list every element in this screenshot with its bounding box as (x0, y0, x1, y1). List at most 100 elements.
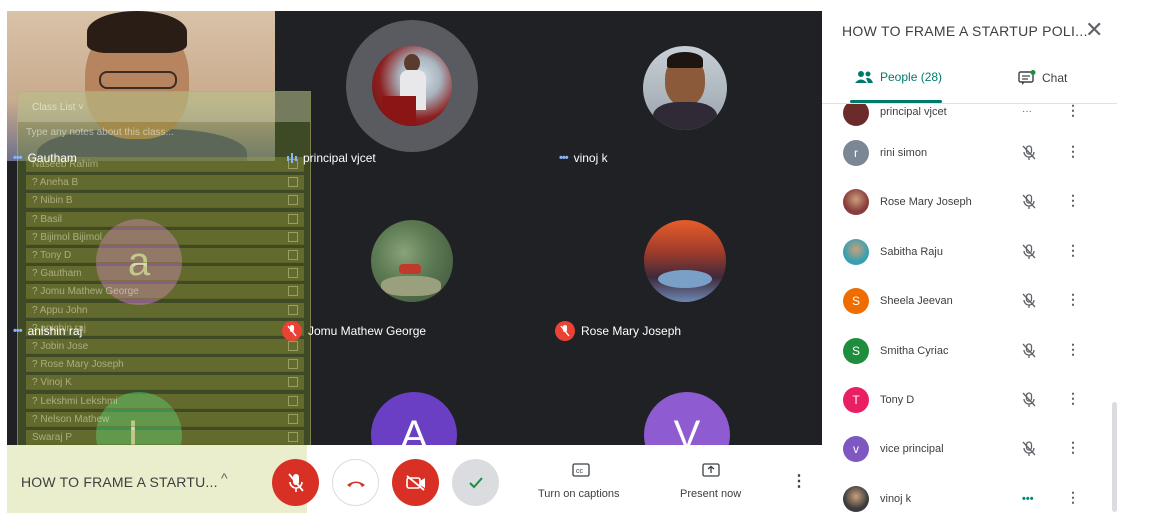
tab-chat[interactable]: Chat (1018, 70, 1067, 86)
more-vert-icon[interactable]: ⋮ (1066, 192, 1080, 209)
name-tag-vinoj: ••• vinoj k (559, 151, 608, 165)
participant-photo (843, 238, 869, 265)
checkbox-icon[interactable] (288, 432, 298, 442)
avatar-initial: S (851, 294, 860, 309)
checkbox-icon[interactable] (288, 250, 298, 260)
class-list-row-label: ? Tony D (32, 250, 72, 261)
more-vert-icon[interactable]: ⋮ (1066, 390, 1080, 407)
class-list-row[interactable]: ? Appu John (26, 302, 304, 318)
checkbox-icon[interactable] (288, 341, 298, 351)
checkbox-icon[interactable] (288, 231, 298, 242)
participant-name: Sheela Jeevan (880, 295, 953, 308)
participant-avatar: S (843, 337, 869, 364)
captions-button[interactable]: cc Turn on captions (532, 463, 632, 503)
participant-row[interactable]: T Tony D ⋮ (822, 376, 1117, 425)
class-list-row[interactable]: Swaraj P (26, 430, 304, 445)
class-list-row[interactable]: ? Jobin Jose (26, 339, 304, 354)
class-list-row[interactable]: ? Jomu Mathew George (26, 284, 304, 300)
checkbox-icon[interactable] (288, 213, 298, 224)
participant-row[interactable]: r rini simon ⋮ (822, 129, 1117, 178)
mic-off-icon (1022, 392, 1036, 413)
leave-call-button[interactable] (332, 459, 379, 506)
mic-off-icon (1022, 194, 1036, 215)
close-icon[interactable]: ✕ (1085, 17, 1103, 43)
checkbox-icon[interactable] (288, 413, 298, 424)
more-vert-icon[interactable]: ⋮ (1066, 341, 1080, 358)
class-list-row[interactable]: ? Nibin B (26, 193, 304, 209)
participant-row[interactable]: Rose Mary Joseph ⋮ (822, 178, 1117, 227)
more-vert-icon[interactable]: ⋮ (1066, 291, 1080, 308)
checkbox-icon[interactable] (288, 304, 298, 315)
class-list-overlay[interactable]: Class List ˅ Type any notes about this c… (17, 91, 311, 445)
speaking-indicator-icon: ••• (13, 152, 23, 164)
class-list-row[interactable]: ? Bijimol Bijimol (26, 229, 304, 245)
mic-off-icon (1022, 145, 1036, 166)
chevron-up-icon[interactable]: ^ (221, 470, 228, 486)
speaking-indicator-icon: ••• (559, 152, 569, 164)
participant-name: Gautham (27, 151, 77, 165)
class-list-row[interactable]: ? Vinoj K (26, 375, 304, 391)
rose-mary-photo (644, 220, 726, 302)
avatar-initial: S (851, 343, 860, 358)
name-tag-gautham: ••• Gautham (13, 151, 77, 165)
mic-off-icon (1022, 342, 1036, 364)
participant-avatar: S (843, 288, 869, 315)
more-vert-icon[interactable]: ⋮ (1066, 242, 1080, 259)
class-list-row-label: ? Jobin Jose (32, 341, 89, 352)
chat-tab-label: Chat (1042, 71, 1068, 85)
present-now-button[interactable]: Present now (672, 463, 752, 503)
present-screen-icon (702, 463, 720, 477)
more-options-icon[interactable]: ⋮ (791, 471, 807, 491)
class-list-row-label: ? Lekshmi Lekshmi (32, 395, 118, 407)
participant-name: Tony D (880, 394, 915, 406)
more-vert-icon[interactable]: ⋮ (1066, 104, 1080, 119)
people-panel: HOW TO FRAME A STARTUP POLI... ✕ People … (822, 0, 1175, 513)
checkbox-icon[interactable] (288, 395, 298, 406)
speaking-indicator-icon: ••• (1022, 492, 1034, 505)
class-list-row-label: ? Bijimol Bijimol (32, 231, 103, 243)
participant-row[interactable]: S Sheela Jeevan ⋮ (822, 277, 1117, 326)
class-list-header[interactable]: Class List ˅ (18, 92, 310, 122)
class-list-row[interactable]: ? Gautham (26, 266, 304, 282)
participant-name: Rose Mary Joseph (880, 196, 972, 209)
class-list-row[interactable]: ? Lekshmi Lekshmi (26, 393, 304, 409)
participant-name: vinoj k (880, 492, 912, 505)
class-list-row[interactable]: ? Tony D (26, 248, 304, 263)
camera-toggle-button[interactable] (392, 459, 439, 506)
attendance-check-button[interactable] (452, 459, 499, 506)
checkbox-icon[interactable] (288, 286, 298, 297)
participant-row[interactable]: vinoj k ••• ⋮ (822, 475, 1117, 513)
more-vert-icon[interactable]: ⋮ (1066, 143, 1080, 160)
checkbox-icon[interactable] (288, 377, 298, 388)
checkbox-icon[interactable] (288, 359, 298, 370)
mic-toggle-button[interactable] (272, 459, 319, 506)
mic-off-icon (1022, 244, 1036, 265)
panel-scrollbar[interactable] (1112, 402, 1117, 512)
more-vert-icon[interactable]: ⋮ (1066, 439, 1080, 456)
class-list-row[interactable]: ? Aneha B (26, 175, 304, 191)
class-list-row-label: Swaraj P (32, 432, 73, 443)
participant-avatar: T (843, 387, 869, 413)
participant-name: anishin raj (27, 324, 83, 338)
class-list-row[interactable]: ? Rose Mary Joseph (26, 357, 304, 373)
participant-photo (843, 189, 869, 216)
participant-row[interactable]: Sabitha Raju ⋮ (822, 228, 1117, 277)
chat-icon (1018, 70, 1036, 85)
meeting-title[interactable]: HOW TO FRAME A STARTU... (21, 474, 218, 490)
checkbox-icon[interactable] (288, 268, 298, 279)
class-list-row[interactable]: ? Nelson Mathew (26, 411, 304, 427)
more-vert-icon[interactable]: ⋮ (1066, 489, 1080, 506)
participant-row[interactable]: v vice principal ⋮ (822, 425, 1117, 474)
class-list-row-label: ? Jomu Mathew George (32, 286, 139, 298)
class-list-note[interactable]: Type any notes about this class... (26, 127, 304, 141)
tab-people[interactable]: People (28) (854, 70, 942, 84)
participant-name: principal vjcet (880, 106, 947, 118)
camera-off-icon (405, 474, 425, 491)
checkbox-icon[interactable] (288, 195, 298, 206)
checkmark-icon (468, 476, 483, 488)
avatar-letter: V (673, 412, 701, 446)
people-tab-label: People (28) (880, 70, 943, 84)
participant-row[interactable]: S Smitha Cyriac ⋮ (822, 327, 1117, 376)
checkbox-icon[interactable] (288, 177, 298, 188)
class-list-row[interactable]: ? Basil (26, 211, 304, 227)
